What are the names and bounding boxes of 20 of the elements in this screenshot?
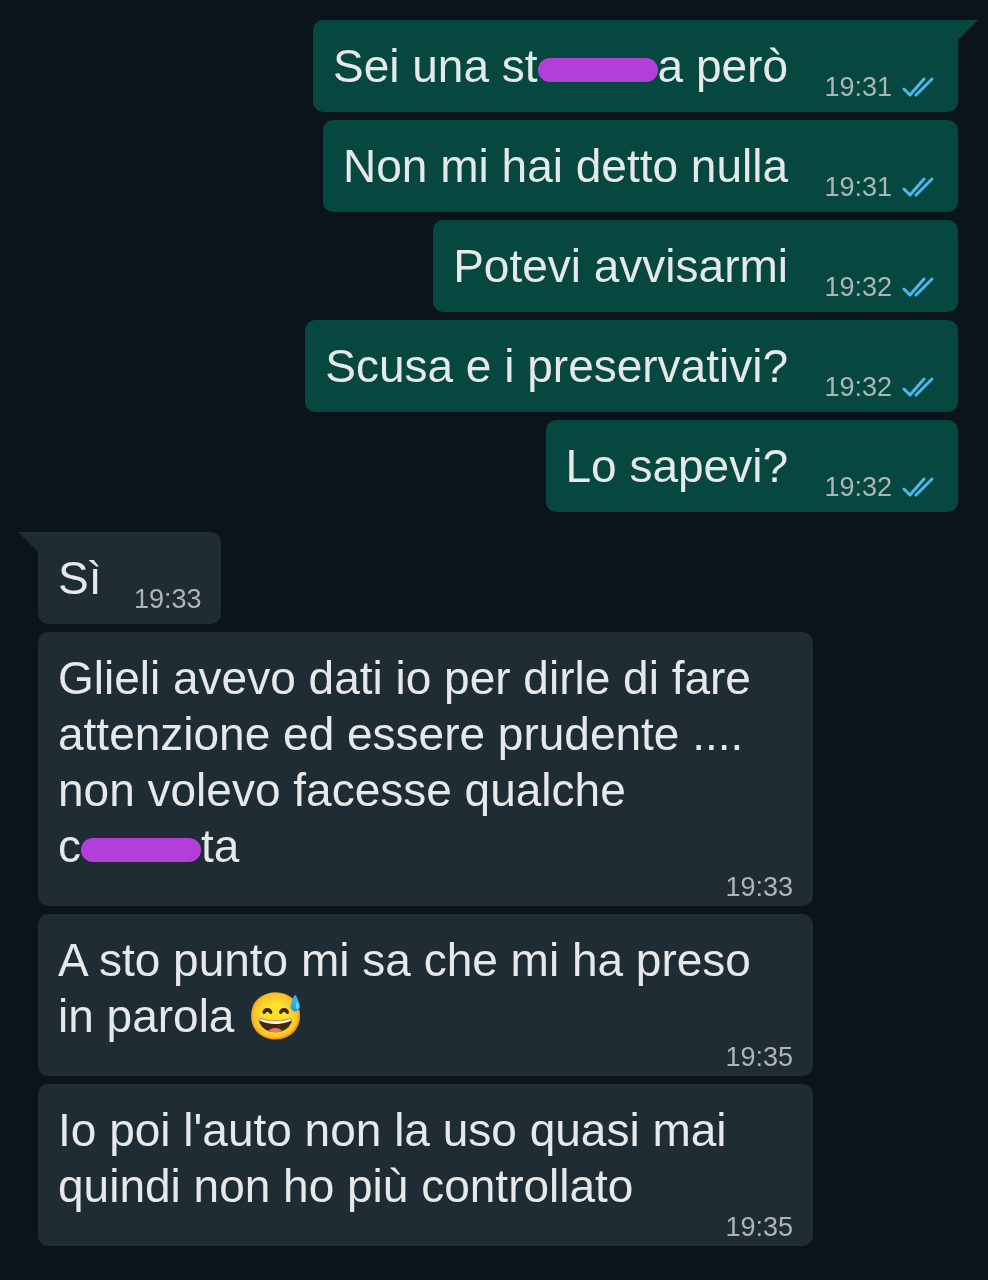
message-time: 19:33: [133, 586, 202, 612]
message-text: Sì: [58, 552, 102, 604]
message-time: 19:31: [824, 174, 892, 200]
message-time: 19:32: [824, 274, 892, 300]
message-time: 19:35: [725, 1214, 793, 1240]
message-time: 19:31: [824, 74, 892, 100]
message-time: 19:32: [824, 474, 892, 500]
message-time: 19:33: [725, 874, 793, 900]
message-text: Potevi avvisarmi: [453, 240, 788, 292]
message-text: Lo sapevi?: [565, 440, 788, 492]
message-text: ta: [201, 820, 240, 872]
message-time: 19:35: [725, 1044, 793, 1070]
message-text: Io poi l'auto non la uso quasi mai quindi non ho più controllato: [58, 1104, 727, 1212]
message-text: a però: [657, 40, 788, 92]
message-text: Scusa e i preservativi?: [325, 340, 788, 392]
message-text: Sei una st: [333, 40, 538, 92]
message-text: Non mi hai detto nulla: [343, 140, 788, 192]
message-time: 19:32: [824, 374, 892, 400]
message-text: c: [58, 820, 81, 872]
message-text: A sto punto mi sa che mi ha preso in parola 😅: [58, 934, 751, 1042]
